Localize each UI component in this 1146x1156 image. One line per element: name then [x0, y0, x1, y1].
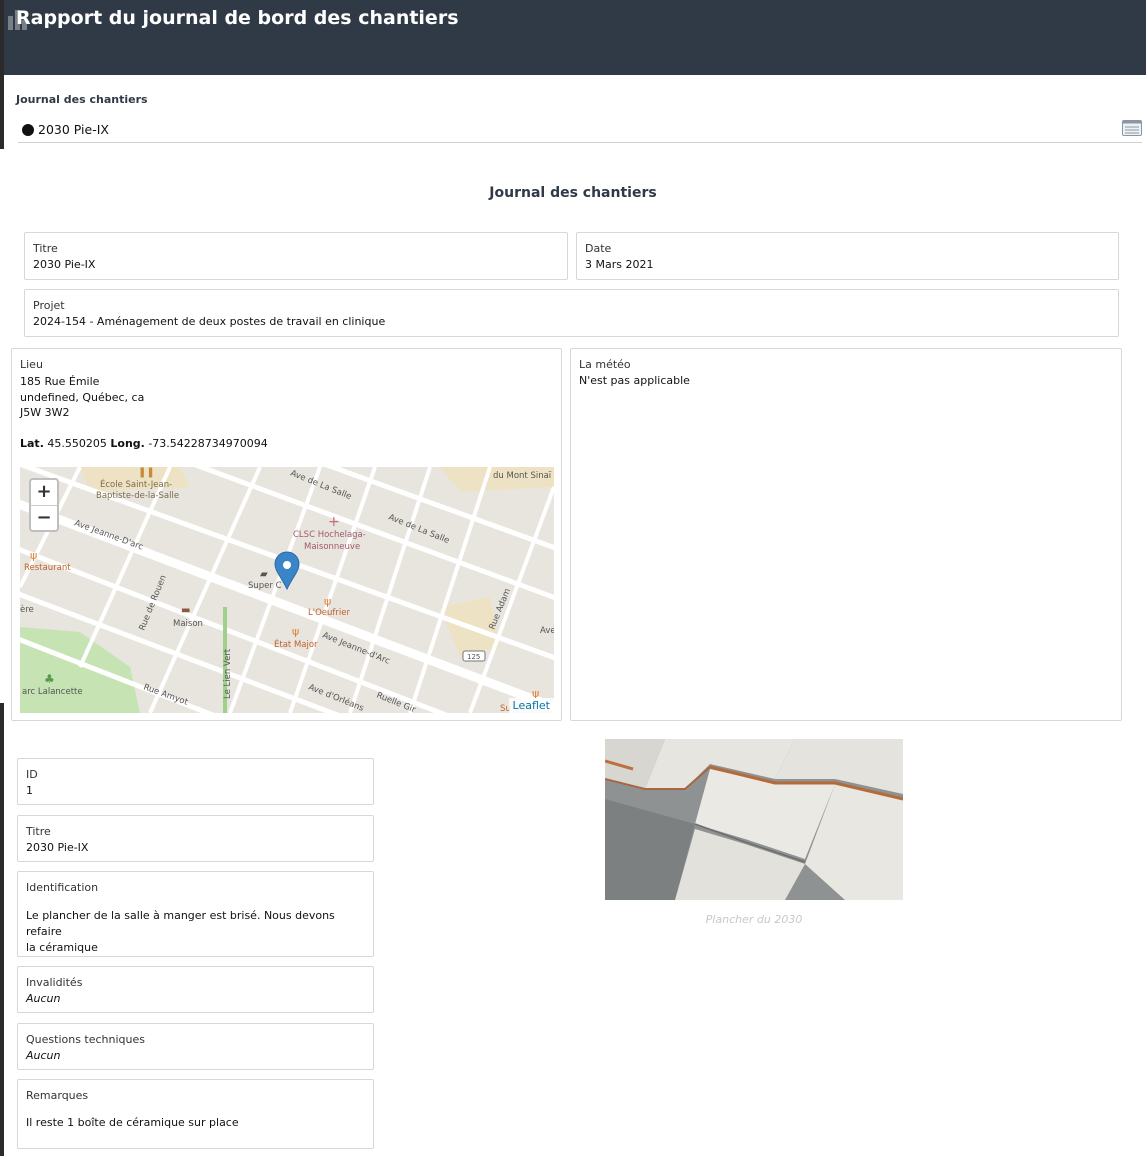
- zoom-out-button[interactable]: −: [31, 506, 57, 531]
- map-label: Maison: [173, 619, 203, 629]
- titre-label: Titre: [33, 242, 58, 255]
- identification-line2: la céramique: [26, 941, 98, 954]
- map-label: CLSC Hochelaga-: [293, 530, 366, 540]
- titre-value: 2030 Pie-IX: [33, 258, 96, 271]
- coordinates: Lat. 45.550205 Long. -73.54228734970094: [20, 437, 268, 450]
- projet-value: 2024-154 - Aménagement de deux postes de…: [33, 315, 386, 328]
- window-edge: [0, 703, 4, 1156]
- section-title: Journal des chantiers: [489, 185, 657, 201]
- map-label: arc Lalancette: [22, 687, 83, 697]
- invalidites-field: Invalidités Aucun: [17, 966, 374, 1013]
- id-field: ID 1: [17, 758, 374, 805]
- identification-label: Identification: [26, 881, 99, 894]
- identification-line1: Le plancher de la salle à manger est bri…: [26, 909, 335, 938]
- address: 185 Rue Émile undefined, Québec, ca J5W …: [20, 374, 144, 421]
- map-label: Super C: [248, 581, 282, 591]
- titre-field: Titre 2030 Pie-IX: [24, 232, 568, 280]
- journal-select-value: 2030 Pie-IX: [38, 122, 109, 137]
- svg-text:+: +: [328, 514, 340, 530]
- journal-selector-panel: Journal des chantiers 2030 Pie-IX: [4, 75, 1146, 149]
- address-line3: J5W 3W2: [20, 406, 70, 419]
- date-field: Date 3 Mars 2021: [576, 232, 1119, 280]
- svg-text:ψ: ψ: [292, 625, 299, 638]
- lieu-card: Lieu 185 Rue Émile undefined, Québec, ca…: [11, 348, 562, 721]
- meteo-value: N'est pas applicable: [579, 374, 690, 387]
- map-attribution[interactable]: Leaflet: [508, 698, 554, 713]
- map-label: du Mont Sinaï: [493, 471, 552, 481]
- questions-field: Questions techniques Aucun: [17, 1023, 374, 1070]
- date-value: 3 Mars 2021: [585, 258, 654, 271]
- map-label: École Saint-Jean-: [100, 478, 172, 490]
- map-label: Baptiste-de-la-Salle: [96, 491, 179, 501]
- app-header: Rapport du journal de bord des chantiers: [4, 0, 1146, 75]
- map-label: Ave: [540, 626, 554, 636]
- zoom-control: + −: [29, 478, 59, 532]
- map-label: Restaurant: [24, 563, 71, 573]
- invalidites-label: Invalidités: [26, 976, 83, 989]
- questions-label: Questions techniques: [26, 1033, 146, 1046]
- address-line1: 185 Rue Émile: [20, 375, 100, 388]
- remarques-value: Il reste 1 boîte de céramique sur place: [26, 1116, 239, 1129]
- status-dot-icon: [22, 124, 34, 136]
- invalidites-value: Aucun: [26, 992, 61, 1005]
- journal-label: Journal des chantiers: [16, 93, 148, 106]
- address-line2: undefined, Québec, ca: [20, 390, 145, 404]
- map-label: État Major: [274, 638, 318, 650]
- long-value: -73.54228734970094: [148, 437, 268, 450]
- svg-text:❚❚: ❚❚: [138, 467, 155, 478]
- page-title: Rapport du journal de bord des chantiers: [16, 7, 459, 29]
- detail-titre-label: Titre: [26, 825, 51, 838]
- id-label: ID: [26, 768, 38, 781]
- questions-value: Aucun: [26, 1049, 61, 1062]
- detail-titre-value: 2030 Pie-IX: [26, 841, 89, 854]
- projet-label: Projet: [33, 299, 65, 312]
- date-label: Date: [585, 242, 612, 255]
- remarques-field: Remarques Il reste 1 boîte de céramique …: [17, 1079, 374, 1149]
- meteo-label: La météo: [579, 358, 631, 371]
- map-label: L'Oeufrier: [308, 608, 350, 618]
- map-label: 125: [467, 653, 480, 661]
- photo-caption: Plancher du 2030: [705, 913, 803, 926]
- lat-value: 45.550205: [47, 437, 107, 450]
- remarques-label: Remarques: [26, 1089, 89, 1102]
- lat-label: Lat.: [20, 437, 44, 450]
- detail-titre-field: Titre 2030 Pie-IX: [17, 815, 374, 862]
- svg-text:▰: ▰: [260, 569, 268, 580]
- map[interactable]: ❚❚ + ψ ▰ ψ ψ ▬ ψ ♣ École Saint-Jean- Bap…: [20, 467, 554, 713]
- map-tiles[interactable]: ❚❚ + ψ ▰ ψ ψ ▬ ψ ♣ École Saint-Jean- Bap…: [20, 467, 554, 713]
- svg-text:ψ: ψ: [30, 549, 37, 562]
- zoom-in-button[interactable]: +: [31, 480, 57, 506]
- floor-photo[interactable]: [605, 739, 903, 900]
- journal-select[interactable]: 2030 Pie-IX: [18, 117, 1142, 143]
- identification-value: Le plancher de la salle à manger est bri…: [26, 908, 373, 956]
- identification-field: Identification Le plancher de la salle à…: [17, 871, 374, 957]
- list-icon[interactable]: [1122, 120, 1142, 136]
- svg-text:♣: ♣: [44, 672, 55, 686]
- floor-photo-image: [605, 739, 903, 900]
- lieu-label: Lieu: [20, 358, 43, 371]
- svg-text:ψ: ψ: [324, 595, 331, 608]
- id-value: 1: [26, 784, 33, 797]
- projet-field: Projet 2024-154 - Aménagement de deux po…: [24, 289, 1119, 337]
- svg-text:▬: ▬: [181, 605, 190, 616]
- meteo-card: La météo N'est pas applicable: [570, 348, 1122, 721]
- map-label: ère: [20, 604, 34, 615]
- map-label: Maisonneuve: [304, 542, 360, 552]
- map-label: Le Lien Vert: [223, 648, 233, 699]
- long-label: Long.: [110, 437, 145, 450]
- page-edge: [1140, 149, 1146, 703]
